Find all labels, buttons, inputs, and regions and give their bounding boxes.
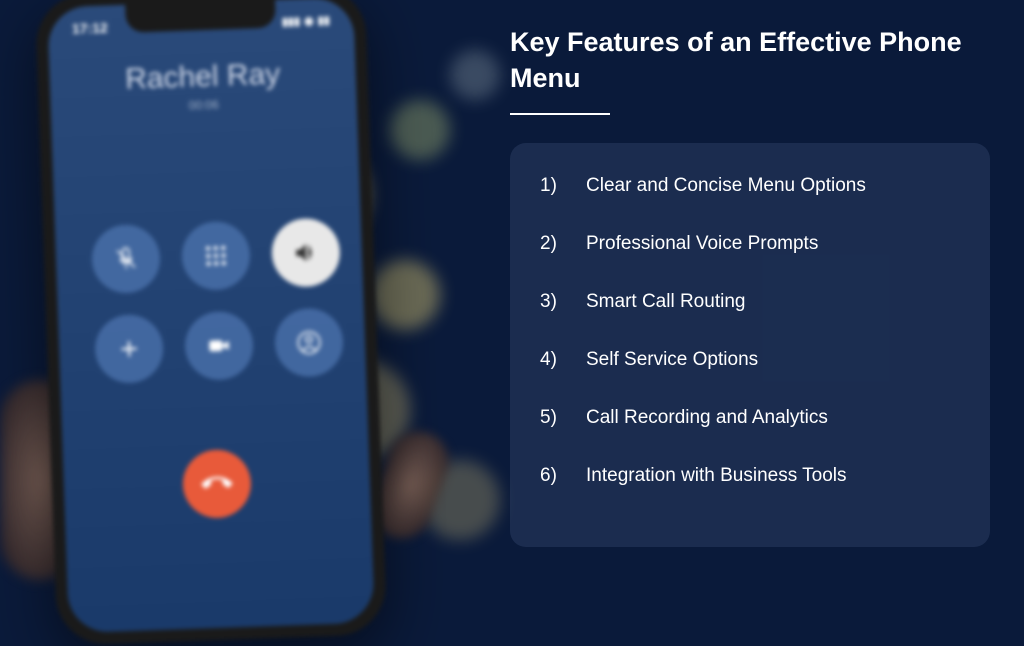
phone-notch	[125, 0, 276, 33]
list-item: 1) Clear and Concise Menu Options	[540, 175, 960, 197]
page-title: Key Features of an Effective Phone Menu	[510, 24, 990, 97]
item-text: Professional Voice Prompts	[586, 233, 818, 255]
end-call-icon	[196, 463, 238, 505]
item-number: 4)	[540, 349, 586, 371]
keypad-button[interactable]	[181, 221, 251, 291]
speaker-icon	[292, 239, 319, 266]
phone-mockup: 17:12 ▮▮▮ ◉ ▮▮ Rachel Ray 00:06	[35, 0, 387, 646]
status-time: 17:12	[72, 19, 108, 36]
bokeh-light	[450, 50, 500, 100]
plus-icon	[116, 335, 143, 362]
list-item: 6) Integration with Business Tools	[540, 465, 960, 487]
end-call-button[interactable]	[182, 449, 252, 519]
bokeh-light	[390, 100, 450, 160]
item-number: 6)	[540, 465, 586, 487]
status-icons: ▮▮▮ ◉ ▮▮	[282, 12, 330, 30]
battery-icon: ▮▮	[317, 13, 330, 26]
speaker-button[interactable]	[271, 217, 341, 287]
mute-icon	[113, 245, 140, 272]
item-number: 2)	[540, 233, 586, 255]
list-item: 3) Smart Call Routing	[540, 291, 960, 313]
item-text: Clear and Concise Menu Options	[586, 175, 866, 197]
wifi-icon: ◉	[304, 14, 314, 27]
content-panel: Key Features of an Effective Phone Menu …	[510, 24, 990, 547]
item-text: Call Recording and Analytics	[586, 407, 828, 429]
video-icon	[206, 332, 233, 359]
item-text: Smart Call Routing	[586, 291, 745, 313]
item-number: 5)	[540, 407, 586, 429]
bokeh-light	[370, 260, 440, 330]
features-card: 1) Clear and Concise Menu Options 2) Pro…	[510, 143, 990, 547]
list-item: 2) Professional Voice Prompts	[540, 233, 960, 255]
item-number: 1)	[540, 175, 586, 197]
item-number: 3)	[540, 291, 586, 313]
keypad-icon	[202, 242, 229, 269]
contacts-button[interactable]	[274, 307, 344, 377]
contact-icon	[296, 329, 323, 356]
signal-icon: ▮▮▮	[282, 14, 301, 28]
list-item: 5) Call Recording and Analytics	[540, 407, 960, 429]
mute-button[interactable]	[91, 224, 161, 294]
item-text: Integration with Business Tools	[586, 465, 847, 487]
add-call-button[interactable]	[94, 314, 164, 384]
caller-name: Rachel Ray	[49, 55, 356, 100]
item-text: Self Service Options	[586, 349, 758, 371]
title-underline	[510, 113, 610, 115]
phone-screen: 17:12 ▮▮▮ ◉ ▮▮ Rachel Ray 00:06	[47, 0, 375, 633]
call-buttons-grid	[55, 217, 366, 386]
features-list: 1) Clear and Concise Menu Options 2) Pro…	[540, 175, 960, 487]
video-button[interactable]	[184, 311, 254, 381]
list-item: 4) Self Service Options	[540, 349, 960, 371]
